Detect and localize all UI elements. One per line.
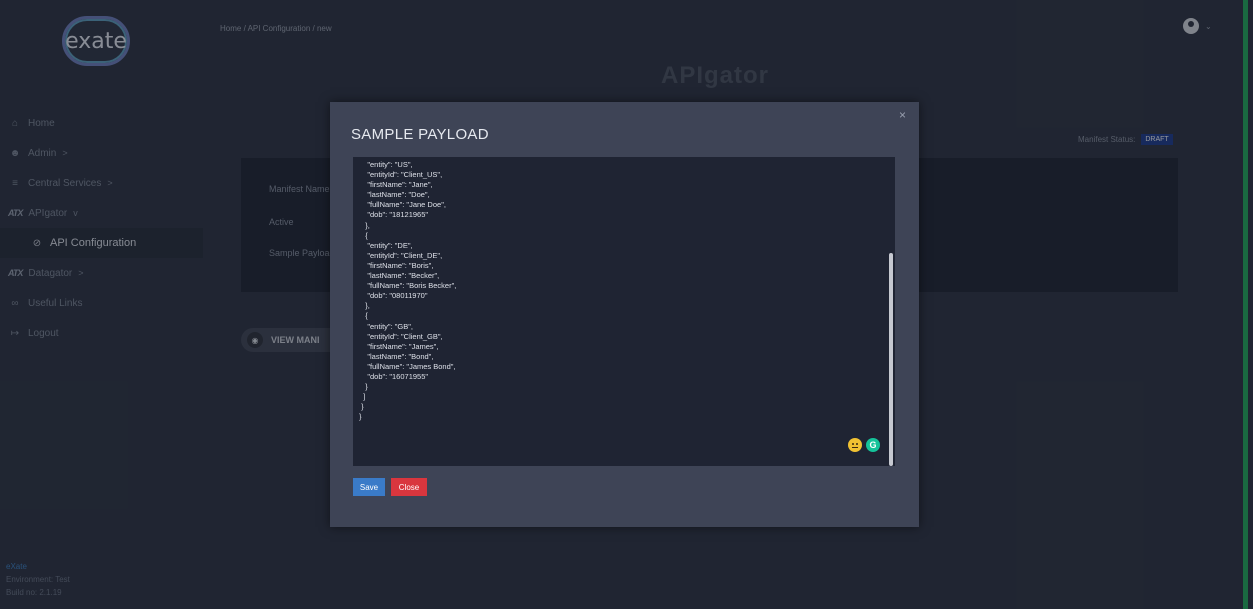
modal-title: SAMPLE PAYLOAD (351, 126, 489, 143)
close-button[interactable]: Close (391, 478, 427, 496)
close-icon[interactable]: × (899, 108, 906, 122)
payload-textarea[interactable]: "entity": "US", "entityId": "Client_US",… (353, 157, 895, 466)
sample-payload-modal: SAMPLE PAYLOAD × "entity": "US", "entity… (330, 102, 919, 527)
grammarly-icon[interactable]: G (866, 438, 880, 452)
emoji-icon[interactable] (848, 438, 862, 452)
payload-text: "entity": "US", "entityId": "Client_US",… (359, 160, 457, 422)
save-button[interactable]: Save (353, 478, 385, 496)
scrollbar[interactable] (889, 157, 893, 466)
scrollbar-thumb[interactable] (889, 253, 893, 466)
